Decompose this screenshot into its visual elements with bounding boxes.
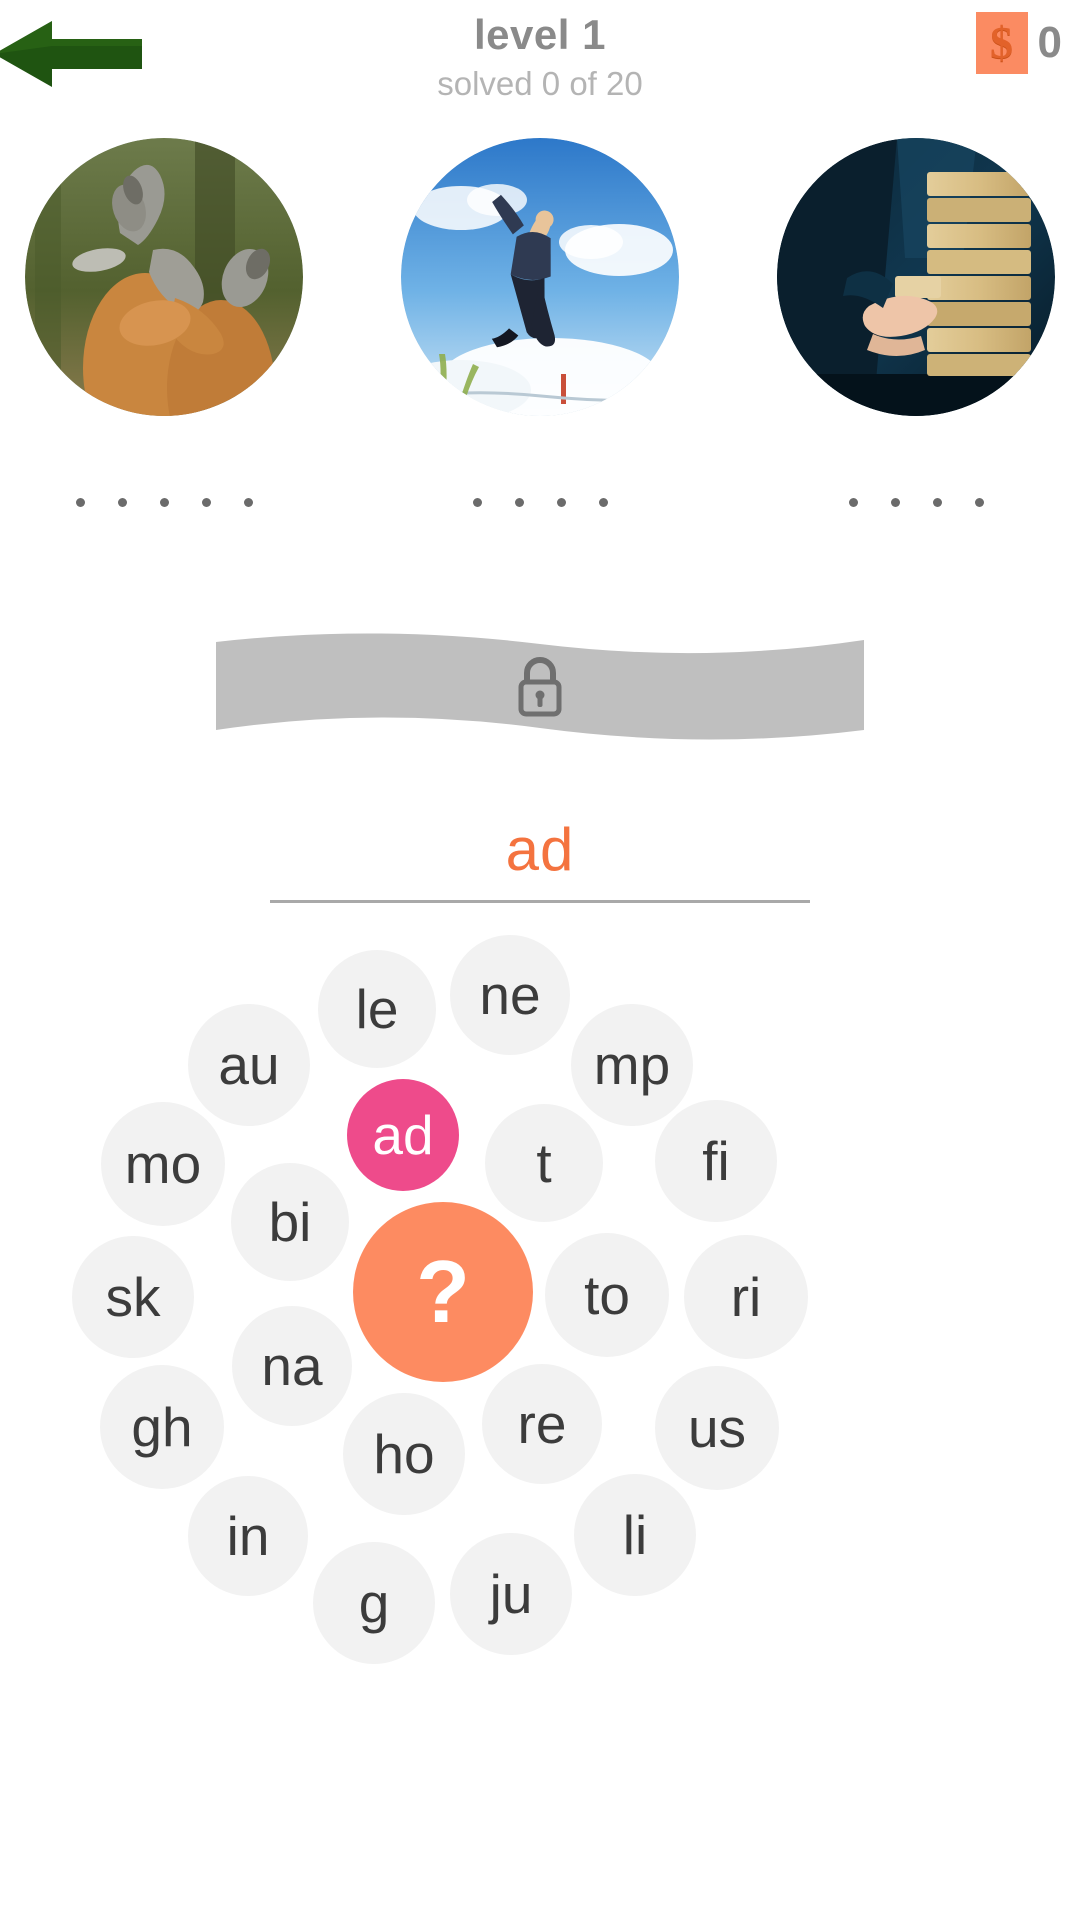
- letter-dot: [472, 498, 482, 507]
- answer-input-area[interactable]: ad: [270, 812, 810, 903]
- header-bar: level 1 solved 0 of 20 $ 0: [0, 0, 1080, 112]
- lock-icon: [216, 628, 864, 744]
- dollar-symbol: $: [990, 17, 1014, 68]
- coin-counter[interactable]: $ 0: [975, 12, 1062, 74]
- syllable-tile-na[interactable]: na: [232, 1306, 352, 1426]
- letter-dot: [201, 498, 211, 507]
- syllable-tile-re[interactable]: re: [482, 1364, 602, 1484]
- puzzle-card-2[interactable]: [390, 138, 690, 507]
- title-block: level 1 solved 0 of 20: [0, 8, 1080, 106]
- letter-dot: [848, 498, 858, 507]
- letter-dot: [514, 498, 524, 507]
- answer-underline: [270, 900, 810, 903]
- syllable-tile-ju[interactable]: ju: [450, 1533, 572, 1655]
- puzzle-card-1[interactable]: [14, 138, 314, 507]
- word-length-dots-3: [766, 498, 1066, 507]
- syllable-tile-sk[interactable]: sk: [72, 1236, 194, 1358]
- dollar-coin-icon: $: [975, 12, 1028, 74]
- letter-dot: [890, 498, 900, 507]
- hint-button[interactable]: ?: [353, 1202, 533, 1382]
- syllable-tile-ne[interactable]: ne: [450, 935, 570, 1055]
- coin-count-value: 0: [1037, 18, 1062, 67]
- syllable-tile-field: le ne au mp ad mo t fi bi? ri sk to na re us gh ho li in g j…: [0, 935, 1080, 1920]
- syllable-tile-bi[interactable]: bi: [231, 1163, 349, 1281]
- answer-input-value[interactable]: ad: [270, 812, 810, 888]
- syllable-tile-fi[interactable]: fi: [655, 1100, 777, 1222]
- letter-dot: [159, 498, 169, 507]
- puzzle-image-row: [0, 138, 1080, 528]
- syllable-tile-gh[interactable]: gh: [100, 1365, 224, 1489]
- locked-word-banner[interactable]: [216, 628, 864, 744]
- letter-dot: [598, 498, 608, 507]
- syllable-tile-au[interactable]: au: [188, 1004, 310, 1126]
- page-title: level 1: [474, 11, 606, 58]
- letter-dot: [974, 498, 984, 507]
- syllable-tile-mp[interactable]: mp: [571, 1004, 693, 1126]
- syllable-tile-li[interactable]: li: [574, 1474, 696, 1596]
- syllable-tile-ad[interactable]: ad: [347, 1079, 459, 1191]
- letter-dot: [243, 498, 253, 507]
- syllable-tile-to[interactable]: to: [545, 1233, 669, 1357]
- syllable-tile-in[interactable]: in: [188, 1476, 308, 1596]
- game-screen: level 1 solved 0 of 20 $ 0 ad le ne au m…: [0, 0, 1080, 1920]
- solved-progress-text: solved 0 of 20: [437, 65, 643, 102]
- puzzle-image-person-jumping-sky[interactable]: [401, 138, 679, 416]
- puzzle-image-jenga-tower-hand[interactable]: [777, 138, 1055, 416]
- syllable-tile-ri[interactable]: ri: [684, 1235, 808, 1359]
- letter-dot: [932, 498, 942, 507]
- syllable-tile-le[interactable]: le: [318, 950, 436, 1068]
- syllable-tile-g[interactable]: g: [313, 1542, 435, 1664]
- syllable-tile-ho[interactable]: ho: [343, 1393, 465, 1515]
- syllable-tile-t[interactable]: t: [485, 1104, 603, 1222]
- puzzle-image-kangaroos-fighting[interactable]: [25, 138, 303, 416]
- letter-dot: [556, 498, 566, 507]
- word-length-dots-1: [14, 498, 314, 507]
- syllable-tile-mo[interactable]: mo: [101, 1102, 225, 1226]
- letter-dot: [117, 498, 127, 507]
- word-length-dots-2: [390, 498, 690, 507]
- puzzle-card-3[interactable]: [766, 138, 1066, 507]
- syllable-tile-us[interactable]: us: [655, 1366, 779, 1490]
- letter-dot: [75, 498, 85, 507]
